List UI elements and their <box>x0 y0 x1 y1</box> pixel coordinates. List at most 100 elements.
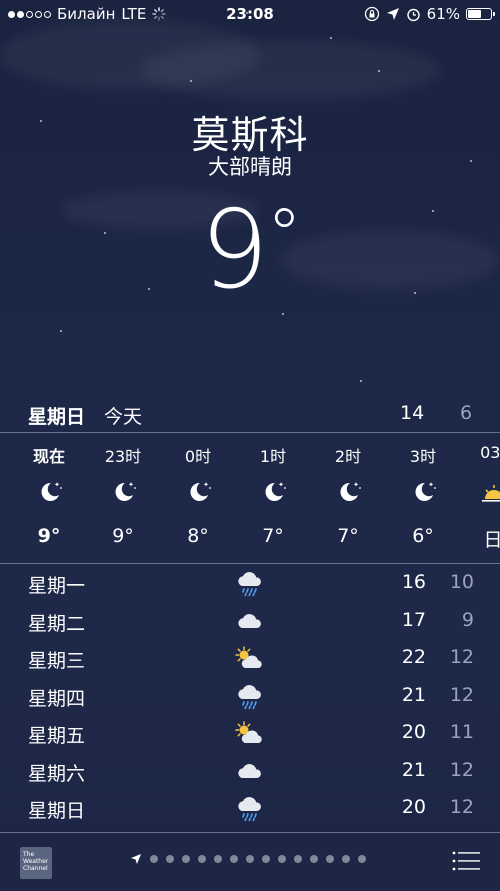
weather-condition: 大部晴朗 <box>208 155 292 179</box>
weather-channel-logo[interactable]: The Weather Channel <box>20 847 52 879</box>
status-bar: Билайн LTE 23:08 61% <box>0 0 500 28</box>
day-high: 20 <box>401 721 426 743</box>
today-day: 星期日 <box>28 406 86 428</box>
day-low: 12 <box>449 683 474 706</box>
hour-temperature: 9° <box>37 525 61 547</box>
battery-percent: 61% <box>426 5 460 23</box>
star <box>282 313 284 315</box>
day-low: 10 <box>449 571 474 593</box>
hour-temperature: 8° <box>187 525 209 547</box>
day-low: 12 <box>449 758 474 781</box>
hour-label: 1时 <box>259 447 287 466</box>
cloud-icon <box>234 608 266 636</box>
loading-spinner-icon <box>152 7 167 21</box>
page-dot[interactable] <box>326 855 334 863</box>
hour-temperature: 9° <box>112 525 134 547</box>
hour-label: 03: <box>480 443 500 462</box>
divider <box>0 832 500 833</box>
day-high: 21 <box>401 758 426 781</box>
divider <box>0 563 500 564</box>
city-list-icon[interactable] <box>452 850 480 872</box>
hour-label: 2时 <box>334 447 362 466</box>
page-dot[interactable] <box>230 855 238 863</box>
location-arrow-icon <box>386 8 399 20</box>
page-dot[interactable] <box>358 855 366 863</box>
day-low: 9 <box>461 608 474 631</box>
today-low: 6 <box>460 402 473 424</box>
hour-temperature: 日 <box>483 529 500 551</box>
page-dot[interactable] <box>262 855 270 863</box>
bottom-toolbar: The Weather Channel <box>0 838 500 891</box>
day-high: 17 <box>401 608 426 631</box>
daily-forecast-row: 星期六 21 12 <box>0 753 500 790</box>
day-name: 星期四 <box>28 687 86 710</box>
page-dot[interactable] <box>182 855 190 863</box>
page-dot[interactable] <box>246 855 254 863</box>
star <box>330 37 332 39</box>
hour-label: 现在 <box>32 447 65 466</box>
day-low: 12 <box>449 646 474 668</box>
alarm-clock-icon <box>406 8 420 21</box>
signal-dot <box>17 10 24 18</box>
rain-cloud-icon <box>234 795 266 823</box>
rain-cloud-icon <box>234 683 266 711</box>
day-name: 星期二 <box>28 612 86 635</box>
hour-temperature: 6° <box>412 525 434 547</box>
carrier-name: Билайн <box>57 5 116 23</box>
daily-forecast-row: 星期四 21 12 <box>0 678 500 715</box>
day-name: 星期五 <box>28 725 86 747</box>
hourly-forecast-scroller[interactable]: 现在 9° 23时 9° 0时 8° 1时 7° 2时 7° 3时 6° 03: 日 <box>0 433 500 563</box>
daily-forecast-row: 星期一 16 10 <box>0 565 500 602</box>
page-dot[interactable] <box>294 855 302 863</box>
network-type: LTE <box>121 5 147 23</box>
daily-forecast-row: 星期三 22 12 <box>0 640 500 677</box>
partly-sunny-icon <box>234 720 266 748</box>
hour-temperature: 7° <box>262 525 284 547</box>
faint-cloud <box>140 40 440 100</box>
page-dot[interactable] <box>150 855 158 863</box>
current-temperature: 9° <box>0 188 500 313</box>
today-summary-row: 星期日 今天 14 6 <box>0 400 500 430</box>
page-dot[interactable] <box>166 855 174 863</box>
rain-cloud-icon <box>234 570 266 598</box>
signal-dot <box>35 10 42 18</box>
star <box>190 80 192 82</box>
moon-stars-icon <box>111 479 137 505</box>
page-dot[interactable] <box>342 855 350 863</box>
signal-dot <box>26 10 33 18</box>
day-low: 11 <box>449 721 474 743</box>
today-high: 14 <box>400 402 425 424</box>
signal-strength-icon <box>8 10 51 18</box>
day-high: 21 <box>401 683 426 706</box>
hour-label: 23时 <box>104 447 142 466</box>
current-location-arrow-icon <box>131 854 141 864</box>
moon-stars-icon <box>261 479 287 505</box>
page-indicator[interactable] <box>130 853 366 865</box>
daily-forecast-row: 星期日 20 12 <box>0 790 500 827</box>
moon-stars-icon <box>411 479 437 505</box>
hour-label: 3时 <box>409 447 437 466</box>
hour-label: 0时 <box>184 447 212 466</box>
day-name: 星期日 <box>28 800 86 822</box>
cloud-icon <box>234 758 266 786</box>
moon-stars-icon <box>336 479 362 505</box>
today-label: 今天 <box>104 406 143 428</box>
battery-icon <box>466 8 495 20</box>
rotation-lock-icon <box>364 6 379 22</box>
degree-symbol: ° <box>266 194 302 276</box>
page-dot[interactable] <box>310 855 318 863</box>
day-name: 星期六 <box>28 762 86 785</box>
day-name: 星期三 <box>28 650 86 672</box>
sunrise-icon <box>481 479 500 505</box>
daily-forecast-row: 星期五 20 11 <box>0 715 500 752</box>
moon-stars-icon <box>37 479 63 505</box>
day-high: 20 <box>401 796 426 818</box>
hour-temperature: 7° <box>337 525 359 547</box>
page-dot[interactable] <box>278 855 286 863</box>
star <box>360 380 362 382</box>
star <box>60 330 62 332</box>
star <box>378 70 380 72</box>
page-dot[interactable] <box>198 855 206 863</box>
faint-cloud <box>0 20 260 90</box>
page-dot[interactable] <box>214 855 222 863</box>
